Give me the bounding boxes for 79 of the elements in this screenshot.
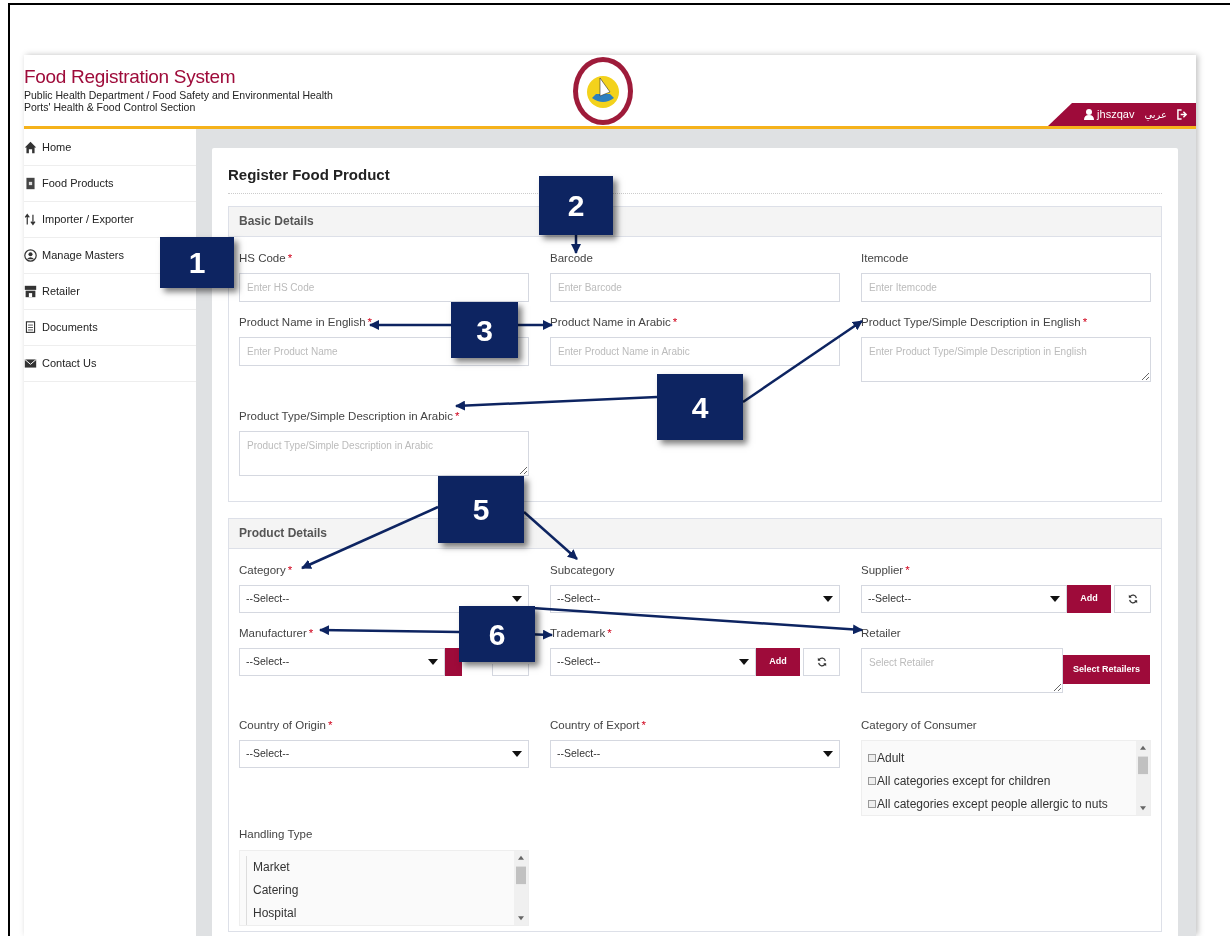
retailer-field[interactable]: Select Retailer xyxy=(861,648,1063,693)
text-input[interactable]: Enter Barcode xyxy=(550,272,840,302)
refresh-button[interactable] xyxy=(1114,584,1151,613)
field-label: HS Code * xyxy=(239,250,293,266)
sidebar-item[interactable]: Retailer xyxy=(24,283,80,300)
app-title: Food Registration System xyxy=(24,65,237,89)
dropdown-select[interactable]: --Select-- xyxy=(239,648,445,676)
text-input[interactable]: Enter Product Name in Arabic xyxy=(550,337,840,366)
logout-icon[interactable] xyxy=(1177,109,1188,120)
field-label: Country of Origin * xyxy=(239,718,333,733)
text-area[interactable]: Enter Product Type/Simple Description in English xyxy=(861,337,1151,382)
dropdown-select[interactable]: --Select-- xyxy=(550,740,840,769)
sidebar-item[interactable]: Manage Masters xyxy=(24,247,124,264)
home-icon xyxy=(24,141,37,154)
refresh-button[interactable] xyxy=(492,664,529,676)
dropdown-caret-icon xyxy=(823,751,833,758)
field-label: Manufacturer * xyxy=(239,625,314,641)
package-icon xyxy=(24,177,37,190)
field-label: Product Type/Simple Description in Arabic * xyxy=(239,409,460,424)
callout-number: 4 xyxy=(657,374,743,440)
callout-number: 1 xyxy=(160,237,234,288)
field-label: Product Name in Arabic * xyxy=(550,314,678,330)
dropdown-select[interactable]: --Select-- xyxy=(550,584,840,613)
select-retailers-button[interactable]: Select Retailers xyxy=(1063,655,1150,684)
refresh-icon xyxy=(1127,593,1138,604)
checkbox[interactable] xyxy=(868,799,876,808)
dropdown-caret-icon xyxy=(823,595,833,602)
refresh-icon xyxy=(816,657,827,667)
field-label: Itemcode xyxy=(861,250,909,266)
language-link[interactable]: عربي xyxy=(1144,107,1167,122)
dropdown-caret-icon xyxy=(512,595,522,602)
checkbox-label: All categories except people allergic to nuts xyxy=(877,795,1108,813)
sidebar-item[interactable]: Documents xyxy=(24,319,98,336)
username-link[interactable]: jhszqav xyxy=(1097,106,1135,123)
dropdown-select[interactable]: --Select-- xyxy=(861,584,1067,613)
callout-arrow xyxy=(518,320,553,330)
dropdown-caret-icon xyxy=(739,659,749,665)
up-down-arrows-icon xyxy=(24,213,37,226)
dropdown-caret-icon xyxy=(1050,595,1060,602)
user-icon xyxy=(1084,109,1095,120)
text-input[interactable]: Enter Itemcode xyxy=(861,272,1151,302)
refresh-button[interactable] xyxy=(803,648,840,676)
sidebar-item[interactable]: Home xyxy=(24,139,72,156)
callout-number: 5 xyxy=(438,476,524,543)
field-label: Subcategory xyxy=(550,562,615,578)
dropdown-caret-icon xyxy=(428,659,438,665)
dropdown-select[interactable]: --Select-- xyxy=(239,740,529,769)
callout-number: 6 xyxy=(459,606,535,662)
checkbox[interactable] xyxy=(868,753,876,762)
sidebar-item[interactable]: Importer / Exporter xyxy=(24,211,134,228)
field-label: Retailer xyxy=(861,625,901,641)
sidebar-item[interactable]: Contact Us xyxy=(24,355,97,372)
field-label: Category * xyxy=(239,562,293,578)
user-circle-icon xyxy=(24,249,37,262)
callout-number: 3 xyxy=(451,302,518,358)
dropdown-select[interactable]: --Select-- xyxy=(550,648,756,676)
dropdown-caret-icon xyxy=(512,751,522,758)
field-label: Product Type/Simple Description in English * xyxy=(861,314,1088,330)
checkbox-label: Adult xyxy=(877,749,905,767)
field-label: Product Name in English * xyxy=(239,314,373,330)
callout-number: 2 xyxy=(539,176,613,235)
field-label: Trademark * xyxy=(550,625,612,641)
callout-arrow xyxy=(571,235,581,254)
text-area[interactable]: Product Type/Simple Description in Arabic xyxy=(239,431,529,477)
field-label: Handling Type xyxy=(239,827,313,843)
dropdown-select[interactable]: --Select-- xyxy=(239,584,529,613)
field-label: Supplier * xyxy=(861,562,910,578)
checkbox-label: All categories except for children xyxy=(877,772,1051,790)
subtitle-text: Public Health Department / Food Safety and Environmental Health xyxy=(24,89,334,101)
callout-arrow xyxy=(523,511,578,560)
field-label: Country of Export * xyxy=(550,718,646,733)
field-label: Barcode xyxy=(550,250,593,266)
add-button[interactable]: Add xyxy=(756,648,800,676)
sidebar-item[interactable]: Food Products xyxy=(24,175,114,192)
subtitle-text: Ports' Health & Food Control Section xyxy=(24,101,197,113)
add-button[interactable]: Add xyxy=(1067,584,1111,613)
text-input[interactable]: Enter HS Code xyxy=(239,272,529,302)
checkbox[interactable] xyxy=(868,776,876,785)
field-label: Category of Consumer xyxy=(861,718,977,733)
